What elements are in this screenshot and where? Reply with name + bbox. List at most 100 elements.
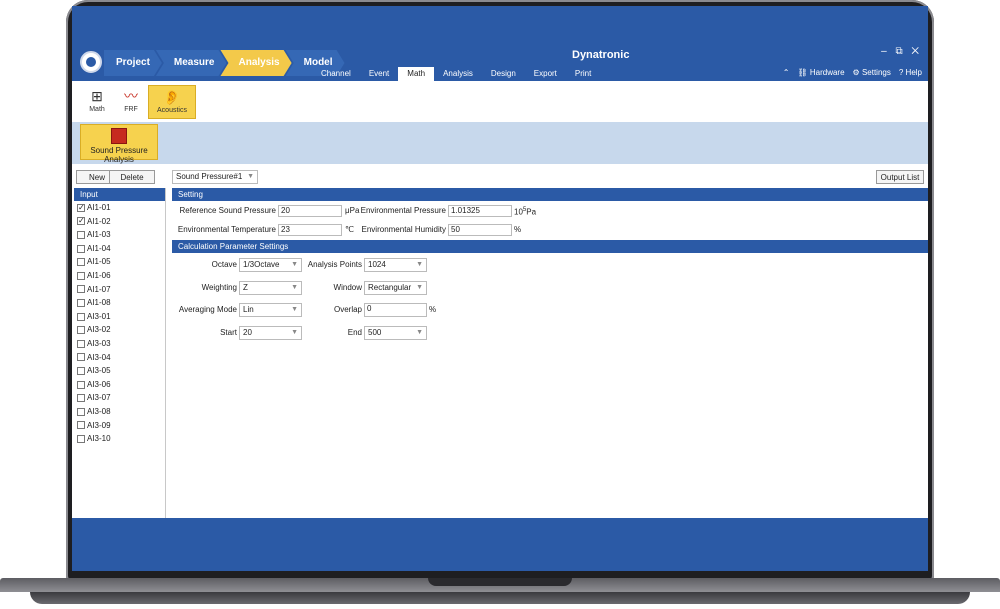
tab-channel[interactable]: Channel	[312, 67, 360, 81]
input-checkbox[interactable]	[77, 326, 85, 335]
start-select[interactable]: 20 ▼	[239, 326, 302, 340]
input-checkbox[interactable]	[77, 271, 85, 280]
menu-tabs: Channel Event Math Analysis Design Expor…	[312, 67, 600, 81]
overlap-unit: %	[429, 305, 437, 314]
output-list-button[interactable]: Output List	[876, 170, 924, 184]
input-list-item[interactable]: AI3-02	[74, 323, 165, 337]
input-checkbox[interactable]	[77, 394, 85, 403]
collapse-chevron-icon[interactable]: ⌃	[783, 68, 790, 77]
acoustics-button[interactable]: 👂 Acoustics	[148, 85, 196, 119]
ref-pressure-label: Reference Sound Pressure	[179, 206, 277, 215]
analysis-points-value: 1024	[368, 260, 386, 269]
overlap-input[interactable]: 0	[364, 303, 427, 317]
end-select[interactable]: 500 ▼	[364, 326, 427, 340]
analysis-points-select[interactable]: 1024 ▼	[364, 258, 427, 272]
setting-section-title: Setting	[172, 188, 928, 201]
input-checkbox[interactable]	[77, 366, 85, 375]
delete-button[interactable]: Delete	[109, 170, 155, 184]
input-list-item[interactable]: AI3-03	[74, 337, 165, 351]
tab-export[interactable]: Export	[525, 67, 566, 81]
input-list-item[interactable]: AI3-01	[74, 310, 165, 324]
tab-event[interactable]: Event	[360, 67, 398, 81]
math-icon: ⊞	[91, 88, 103, 104]
input-item-label: AI3-06	[87, 379, 111, 389]
help-button[interactable]: ? Help	[899, 68, 922, 77]
window-value: Rectangular	[368, 283, 412, 292]
env-pressure-label: Environmental Pressure	[360, 206, 446, 215]
input-list: ✓ AI1-01 ✓ AI1-02 AI1-03 AI1-04 AI1-05 AI1-06 AI…	[74, 201, 165, 446]
sound-pressure-analysis-button[interactable]: Sound Pressure Analysis	[80, 124, 158, 164]
env-temp-input[interactable]: 23	[278, 224, 342, 236]
input-list-item[interactable]: AI3-09	[74, 419, 165, 433]
tab-print[interactable]: Print	[566, 67, 600, 81]
input-list-item[interactable]: AI3-05	[74, 364, 165, 378]
input-list-item[interactable]: AI1-05	[74, 255, 165, 269]
window-controls[interactable]: – ⧉ ✕	[881, 46, 922, 57]
input-checkbox[interactable]	[77, 285, 85, 294]
input-checkbox[interactable]	[77, 421, 85, 430]
averaging-select[interactable]: Lin ▼	[239, 303, 302, 317]
waveform-icon: 〰	[124, 88, 138, 104]
input-panel-title: Input	[74, 188, 165, 201]
input-list-item[interactable]: AI3-10	[74, 432, 165, 446]
chevron-down-icon: ▼	[291, 329, 298, 336]
input-checkbox[interactable]	[77, 339, 85, 348]
breadcrumb-project[interactable]: Project	[104, 50, 162, 76]
input-item-label: AI1-05	[87, 257, 111, 267]
input-item-label: AI1-06	[87, 270, 111, 280]
weighting-label: Weighting	[201, 283, 237, 292]
app-title: Dynatronic	[572, 49, 630, 61]
chevron-down-icon: ▼	[247, 173, 254, 180]
input-list-item[interactable]: AI1-07	[74, 283, 165, 297]
input-checkbox[interactable]	[77, 244, 85, 253]
settings-button[interactable]: ⚙ Settings	[853, 68, 891, 77]
input-list-item[interactable]: AI3-08	[74, 405, 165, 419]
tab-design[interactable]: Design	[482, 67, 525, 81]
input-list-item[interactable]: AI3-06	[74, 378, 165, 392]
analysis-select[interactable]: Sound Pressure#1 ▼	[172, 170, 258, 184]
input-list-item[interactable]: AI1-03	[74, 228, 165, 242]
breadcrumb-measure[interactable]: Measure	[156, 50, 227, 76]
input-list-item[interactable]: ✓ AI1-02	[74, 215, 165, 229]
averaging-value: Lin	[243, 305, 254, 314]
start-value: 20	[243, 328, 252, 337]
input-checkbox[interactable]: ✓	[77, 217, 85, 226]
input-checkbox[interactable]	[77, 258, 85, 267]
sound-pressure-analysis-label: Sound Pressure Analysis	[90, 146, 148, 164]
input-item-label: AI3-03	[87, 338, 111, 348]
hardware-icon: ⛓	[797, 68, 808, 77]
tab-math[interactable]: Math	[398, 67, 435, 81]
input-checkbox[interactable]	[77, 380, 85, 389]
tab-analysis[interactable]: Analysis	[434, 67, 482, 81]
env-pressure-input[interactable]: 1.01325	[448, 205, 512, 217]
window-select[interactable]: Rectangular ▼	[364, 281, 427, 295]
breadcrumb-analysis[interactable]: Analysis	[220, 50, 291, 76]
input-checkbox[interactable]: ✓	[77, 203, 85, 212]
hardware-button[interactable]: ⛓ Hardware	[797, 68, 844, 77]
ref-pressure-input[interactable]: 20	[278, 205, 342, 217]
weighting-select[interactable]: Z ▼	[239, 281, 302, 295]
env-humidity-input[interactable]: 50	[448, 224, 512, 236]
input-list-item[interactable]: AI3-04	[74, 351, 165, 365]
input-list-item[interactable]: AI1-08	[74, 296, 165, 310]
input-checkbox[interactable]	[77, 230, 85, 239]
input-checkbox[interactable]	[77, 353, 85, 362]
octave-select[interactable]: 1/3Octave ▼	[239, 258, 302, 272]
input-item-label: AI3-04	[87, 352, 111, 362]
input-item-label: AI1-03	[87, 230, 111, 240]
analysis-points-label: Analysis Points	[307, 260, 362, 269]
input-list-item[interactable]: AI1-06	[74, 269, 165, 283]
input-list-item[interactable]: AI1-04	[74, 242, 165, 256]
input-list-item[interactable]: ✓ AI1-01	[74, 201, 165, 215]
input-checkbox[interactable]	[77, 407, 85, 416]
octave-value: 1/3Octave	[243, 260, 280, 269]
app-logo-icon[interactable]	[80, 51, 102, 73]
input-checkbox[interactable]	[77, 298, 85, 307]
sound-pressure-icon	[111, 128, 127, 144]
main-settings: Setting Reference Sound Pressure 20 μPa …	[172, 188, 928, 518]
input-checkbox[interactable]	[77, 434, 85, 443]
frf-button[interactable]: 〰 FRF	[110, 85, 152, 119]
status-bar	[72, 518, 928, 571]
input-list-item[interactable]: AI3-07	[74, 391, 165, 405]
input-checkbox[interactable]	[77, 312, 85, 321]
